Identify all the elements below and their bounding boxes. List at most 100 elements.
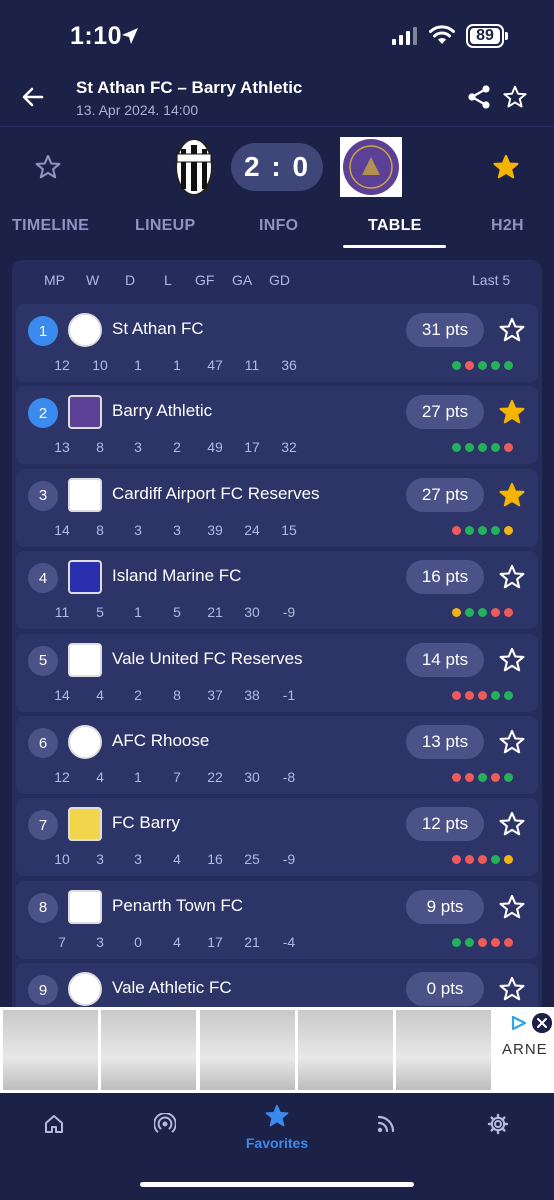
stat-l: 4	[173, 933, 181, 950]
team-rank: 4	[28, 563, 58, 594]
stat-gf: 37	[207, 686, 223, 703]
table-row[interactable]: 5 Vale United FC Reserves 14 pts 14 4 2 8 37 38 -…	[16, 633, 538, 712]
team-points: 9 pts	[406, 889, 484, 924]
match-title: St Athan FC – Barry Athletic	[76, 78, 303, 97]
favorite-star-icon[interactable]	[498, 810, 526, 838]
form-dot-win	[491, 443, 500, 453]
nav-news[interactable]	[356, 1105, 416, 1165]
team-points: 16 pts	[406, 560, 484, 595]
battery-level: 89	[476, 27, 494, 44]
favorite-home-team-star-icon[interactable]	[34, 153, 62, 181]
bottom-navigation: Favorites	[0, 1093, 554, 1200]
stat-ga: 24	[244, 521, 260, 538]
stat-w: 10	[92, 357, 108, 373]
column-header-w: W	[86, 272, 100, 288]
nav-live[interactable]	[135, 1105, 195, 1165]
stat-ga: 30	[244, 769, 260, 785]
share-icon[interactable]	[466, 84, 492, 110]
team-name: Barry Athletic	[112, 401, 213, 421]
form-dot-win	[465, 608, 474, 618]
form-dot-win	[452, 937, 461, 947]
table-row[interactable]: 2 Barry Athletic 27 pts 13 8 3 2 49 17 32	[16, 386, 538, 465]
form-dot-draw	[504, 855, 513, 865]
home-indicator	[140, 1182, 414, 1187]
tab-table[interactable]: TABLE	[368, 217, 422, 235]
last-5-form	[452, 937, 513, 947]
form-dot-loss	[465, 773, 474, 782]
nav-home[interactable]	[24, 1105, 84, 1165]
tab-h2h[interactable]: H2H	[491, 217, 524, 235]
ad-product-image[interactable]	[298, 1010, 393, 1090]
team-rank: 2	[28, 398, 58, 429]
nav-settings[interactable]	[468, 1105, 528, 1165]
form-dot-loss	[504, 443, 513, 453]
favorite-away-team-star-icon[interactable]	[492, 153, 520, 181]
stat-ga: 25	[244, 851, 260, 868]
table-row[interactable]: 8 Penarth Town FC 9 pts 7 3 0 4 17 21 -4	[16, 880, 538, 959]
ad-product-image[interactable]	[396, 1010, 491, 1090]
team-rank: 5	[28, 645, 58, 676]
form-dot-win	[478, 773, 487, 782]
form-dot-win	[504, 690, 513, 700]
ad-banner[interactable]: ARNE	[0, 1007, 554, 1093]
team-rank: 9	[28, 975, 58, 1006]
favorite-star-icon[interactable]	[498, 893, 526, 921]
form-dot-win	[478, 608, 487, 618]
team-logo	[68, 395, 102, 430]
favorite-star-icon[interactable]	[498, 316, 526, 344]
favorite-star-icon[interactable]	[498, 728, 526, 756]
nav-favorites[interactable]: Favorites	[233, 1103, 321, 1163]
score-display: 2 : 0	[231, 143, 323, 191]
table-row[interactable]: 7 FC Barry 12 pts 10 3 3 4 16 25 -9	[16, 798, 538, 877]
form-dot-win	[504, 773, 513, 782]
ad-product-image[interactable]	[200, 1010, 295, 1090]
form-dot-win	[465, 525, 474, 535]
favorite-match-star-icon[interactable]	[502, 84, 528, 110]
tab-info[interactable]: INFO	[259, 217, 298, 235]
team-name: Cardiff Airport FC Reserves	[112, 483, 320, 503]
favorite-star-icon[interactable]	[498, 975, 526, 1003]
stat-gf: 49	[207, 439, 223, 456]
form-dot-loss	[465, 855, 474, 865]
stat-gd: 15	[281, 521, 297, 538]
team-points: 27 pts	[406, 477, 484, 512]
form-dot-loss	[452, 773, 461, 782]
away-team-logo[interactable]	[340, 137, 402, 197]
table-row[interactable]: 3 Cardiff Airport FC Reserves 27 pts 14 8 3 3 3…	[16, 468, 538, 547]
team-name: AFC Rhoose	[112, 731, 210, 750]
tab-timeline[interactable]: TIMELINE	[12, 217, 89, 235]
team-rank: 1	[28, 316, 58, 346]
favorite-star-filled-icon[interactable]	[498, 398, 526, 426]
favorite-star-icon[interactable]	[498, 563, 526, 591]
form-dot-loss	[452, 525, 461, 535]
favorite-star-filled-icon[interactable]	[498, 481, 526, 509]
table-row[interactable]: 6 AFC Rhoose 13 pts 12 4 1 7 22 30 -8	[16, 716, 538, 794]
column-header-l: L	[164, 272, 172, 288]
stat-ga: 11	[244, 357, 260, 373]
stat-gd: -4	[282, 933, 296, 950]
stat-l: 2	[173, 439, 181, 456]
tab-lineup[interactable]: LINEUP	[135, 217, 195, 235]
stat-l: 3	[173, 521, 181, 538]
favorite-star-icon[interactable]	[498, 646, 526, 674]
form-dot-win	[478, 443, 487, 453]
form-dot-win	[478, 361, 487, 370]
table-row[interactable]: 1 St Athan FC 31 pts 12 10 1 1 47 11 36	[16, 304, 538, 382]
team-logo	[68, 560, 102, 595]
ad-product-image[interactable]	[101, 1010, 196, 1090]
ad-brand[interactable]: ARNE	[502, 1041, 548, 1058]
ad-close-icon[interactable]	[532, 1013, 552, 1033]
home-team-logo[interactable]	[163, 137, 225, 197]
gear-icon	[487, 1113, 509, 1135]
last-5-form	[452, 608, 513, 618]
favorites-star-icon	[265, 1104, 289, 1127]
team-rank: 7	[28, 810, 58, 841]
stat-d: 1	[134, 604, 142, 621]
form-dot-win	[465, 937, 474, 947]
table-row[interactable]: 4 Island Marine FC 16 pts 11 5 1 5 21 30 -9	[16, 551, 538, 630]
stat-w: 4	[96, 686, 104, 703]
team-name: Island Marine FC	[112, 566, 242, 586]
back-arrow-icon[interactable]	[20, 84, 46, 110]
ad-product-image[interactable]	[3, 1010, 98, 1090]
ad-choices-icon[interactable]	[510, 1015, 528, 1031]
